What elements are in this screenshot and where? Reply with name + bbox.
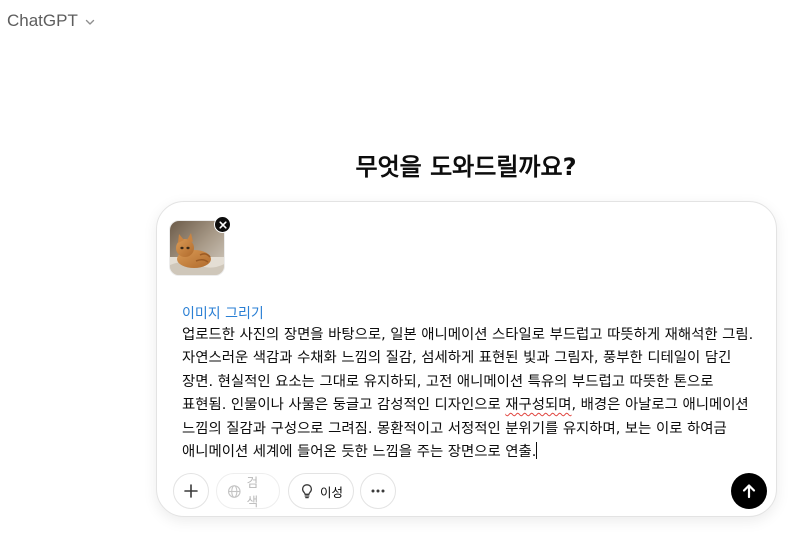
model-name: ChatGPT — [7, 11, 78, 30]
model-switcher[interactable]: ChatGPT — [7, 10, 96, 32]
reason-toggle-button[interactable]: 이성 — [288, 473, 354, 509]
more-tools-button[interactable] — [360, 473, 396, 509]
reason-toggle-label: 이성 — [320, 484, 344, 500]
chevron-down-icon — [85, 19, 95, 25]
globe-icon — [228, 484, 241, 498]
prompt-input[interactable]: 업로드한 사진의 장면을 바탕으로, 일본 애니메이션 스타일로 부드럽고 따뜻… — [182, 324, 757, 464]
image-attachment[interactable] — [169, 216, 231, 276]
remove-attachment-button[interactable] — [214, 216, 231, 233]
page-headline: 무엇을 도와드릴까요? — [355, 153, 577, 181]
ellipsis-icon — [371, 489, 385, 493]
image-tool-label[interactable]: 이미지 그리기 — [182, 303, 264, 323]
prompt-composer: 이미지 그리기 업로드한 사진의 장면을 바탕으로, 일본 애니메이션 스타일로… — [156, 201, 777, 517]
send-button[interactable] — [731, 473, 767, 509]
close-icon — [218, 220, 227, 229]
lightbulb-icon — [301, 484, 313, 499]
add-attachment-button[interactable] — [173, 473, 209, 509]
search-toggle-button[interactable]: 검색 — [216, 473, 280, 509]
search-toggle-label: 검색 — [246, 475, 259, 509]
misspelled-word: 재구성되며 — [505, 397, 572, 414]
arrow-up-icon — [742, 484, 756, 499]
text-cursor — [536, 442, 538, 460]
plus-icon — [184, 484, 198, 498]
